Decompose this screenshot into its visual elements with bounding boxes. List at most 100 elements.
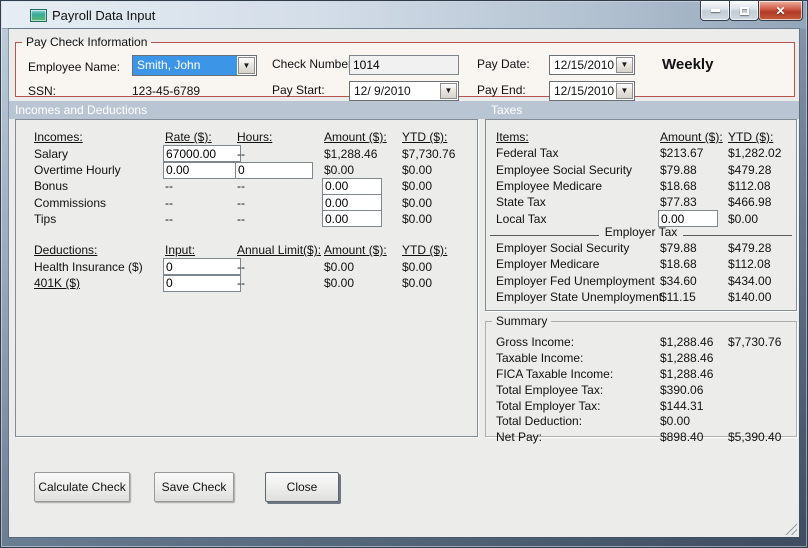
summary-table: Gross Income: $1,288.46 $7,730.76 Taxabl…: [486, 334, 796, 445]
summary-label: Total Employer Tax:: [496, 398, 601, 413]
cell: $0.00: [324, 276, 355, 291]
table-row: Tips -- -- $0.00: [16, 210, 477, 228]
col-header: Amount ($):: [660, 130, 723, 145]
pay-end-dropdown-button[interactable]: ▼: [616, 83, 633, 99]
salary-rate-input[interactable]: [163, 145, 241, 163]
cell: $0.00: [660, 414, 691, 429]
chevron-down-icon: ▼: [620, 86, 629, 95]
table-row: Overtime Hourly $0.00 $0.00: [16, 161, 477, 179]
cell: $479.28: [728, 162, 772, 177]
maximize-button[interactable]: [729, 1, 759, 21]
income-label: Bonus: [34, 179, 69, 194]
resize-grip[interactable]: [784, 522, 797, 535]
close-button[interactable]: ✕: [758, 1, 803, 21]
pay-date-value: 12/15/2010: [554, 58, 615, 72]
tax-label: Employer State Unemployment: [496, 290, 663, 305]
employee-name-label: Employee Name:: [28, 60, 121, 74]
close-form-button[interactable]: Close: [265, 472, 339, 502]
ssn-label: SSN:: [28, 84, 57, 98]
tax-label: Employer Medicare: [496, 257, 600, 272]
table-row: Employer State Unemployment $11.15 $140.…: [486, 289, 796, 305]
summary-label: FICA Taxable Income:: [496, 366, 614, 381]
save-check-button[interactable]: Save Check: [154, 472, 234, 502]
table-row: Net Pay: $898.40 $5,390.40: [486, 429, 796, 445]
bonus-amount-input[interactable]: [322, 177, 382, 195]
window-frame: Payroll Data Input ✕ Pay Check Informati…: [0, 0, 808, 548]
cell: [322, 210, 402, 228]
table-row: Taxable Income: $1,288.46: [486, 350, 796, 366]
overtime-hours-input[interactable]: [235, 161, 313, 179]
table-row: Commissions -- -- $0.00: [16, 194, 477, 212]
table-row: Employee Social Security $79.88 $479.28: [486, 162, 796, 178]
employee-name-select[interactable]: Smith, John ▼: [132, 55, 257, 76]
cell: $1,288.46: [324, 146, 378, 161]
employee-name-dropdown-button[interactable]: ▼: [238, 57, 255, 74]
deduction-label: Health Insurance ($): [34, 259, 143, 274]
cell: $144.31: [660, 398, 704, 413]
overtime-rate-input[interactable]: [163, 161, 241, 179]
employee-name-value: Smith, John: [133, 56, 237, 75]
employer-taxes-table: Employer Social Security $79.88 $479.28 …: [486, 240, 796, 305]
table-row: Employee Medicare $18.68 $112.08: [486, 178, 796, 194]
cell: $0.00: [324, 163, 355, 178]
check-number-label: Check Number:: [272, 57, 356, 71]
minimize-button[interactable]: [700, 1, 730, 21]
cell: --: [237, 276, 245, 291]
commissions-amount-input[interactable]: [322, 194, 382, 212]
table-row: Employer Fed Unemployment $34.60 $434.00: [486, 273, 796, 289]
cell: $77.83: [660, 195, 697, 210]
cell: $1,282.02: [728, 146, 782, 161]
chevron-down-icon: ▼: [242, 60, 251, 70]
pay-date-dropdown-button[interactable]: ▼: [616, 57, 633, 73]
window-controls: ✕: [700, 1, 803, 21]
summary-legend: Summary: [496, 314, 548, 328]
title-bar[interactable]: Payroll Data Input: [2, 2, 806, 29]
cell: $0.00: [402, 195, 433, 210]
tax-label: Employer Social Security: [496, 241, 630, 256]
pay-start-picker[interactable]: 12/ 9/2010 ▼: [349, 81, 459, 101]
pay-start-dropdown-button[interactable]: ▼: [440, 83, 457, 99]
cell: $112.08: [728, 257, 771, 272]
income-label: Overtime Hourly: [34, 163, 121, 178]
pay-date-picker[interactable]: 12/15/2010 ▼: [549, 55, 635, 75]
401k-link[interactable]: 401K ($): [34, 276, 165, 290]
client-area: Pay Check Information Employee Name: Smi…: [9, 29, 799, 537]
app-icon: [30, 9, 47, 22]
col-header: Hours:: [237, 130, 273, 145]
cell: [163, 274, 241, 292]
tax-label: State Tax: [496, 195, 546, 210]
cell: $11.15: [660, 290, 696, 305]
check-number-input[interactable]: [349, 55, 459, 75]
table-row: Employer Social Security $79.88 $479.28: [486, 240, 796, 256]
pay-start-label: Pay Start:: [272, 83, 325, 97]
maximize-icon: [739, 6, 749, 15]
401k-input[interactable]: [163, 274, 241, 292]
income-label: Salary: [34, 146, 69, 161]
summary-label: Total Deduction:: [496, 414, 583, 429]
health-insurance-input[interactable]: [163, 258, 241, 276]
cell: $390.06: [660, 382, 704, 397]
deductions-table: Deductions: Input: Annual Limit($): Amou…: [16, 242, 477, 292]
summary-label: Taxable Income:: [496, 350, 584, 365]
cell: --: [237, 179, 245, 194]
cell: $1,288.46: [660, 366, 714, 381]
cell: $140.00: [728, 290, 772, 305]
income-label: Commissions: [34, 195, 107, 210]
close-icon: ✕: [775, 3, 786, 18]
cell: --: [165, 211, 173, 226]
cell: $479.28: [728, 241, 772, 256]
tax-label: Employer Fed Unemployment: [496, 273, 655, 288]
pay-end-value: 12/15/2010: [554, 84, 615, 98]
summary-label: Gross Income:: [496, 334, 575, 349]
cell: $7,730.76: [728, 334, 782, 349]
employer-tax-label: Employer Tax: [604, 225, 678, 239]
pay-end-label: Pay End:: [477, 83, 526, 97]
tax-label: Employee Social Security: [496, 162, 633, 177]
tips-amount-input[interactable]: [322, 210, 382, 228]
pay-end-picker[interactable]: 12/15/2010 ▼: [549, 81, 635, 101]
tax-label: Federal Tax: [496, 146, 559, 161]
calculate-check-button[interactable]: Calculate Check: [34, 472, 130, 502]
cell: $0.00: [402, 259, 433, 274]
summary-label: Net Pay:: [496, 430, 543, 445]
cell: --: [165, 195, 173, 210]
